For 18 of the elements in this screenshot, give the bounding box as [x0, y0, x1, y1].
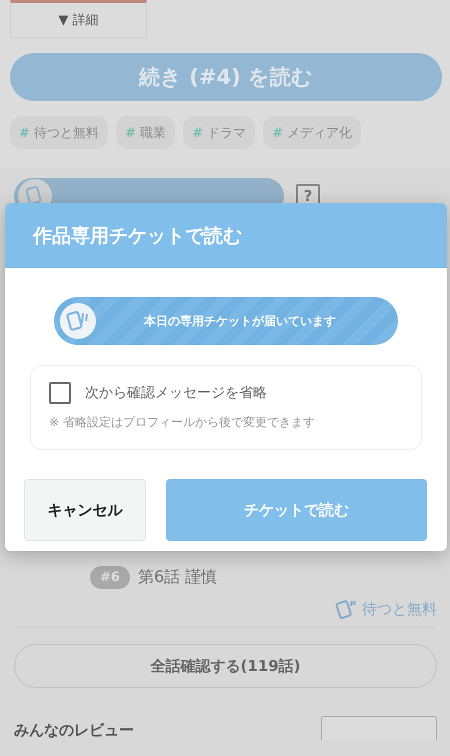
details-toggle[interactable]: ▼ 詳細 — [10, 0, 147, 38]
ticket-icon — [60, 303, 96, 339]
checkbox[interactable] — [49, 382, 71, 404]
reviews-heading: みんなのレビュー — [14, 721, 134, 740]
tag-chip[interactable]: # 待つと無料 — [10, 116, 108, 149]
checkbox-label: 次から確認メッセージを省略 — [85, 384, 267, 402]
ticket-banner-text: 本日の専用チケットが届いています — [144, 312, 336, 330]
tag-chip[interactable]: # ドラマ — [183, 116, 256, 149]
tag-chip[interactable]: # 職業 — [116, 116, 176, 149]
tag-chip[interactable]: # メディア化 — [263, 116, 362, 149]
all-episodes-button[interactable]: 全話確認する(119話) — [14, 644, 437, 688]
dialog-title: 作品専用チケットで読む — [33, 224, 242, 248]
cancel-button[interactable]: キャンセル — [24, 479, 146, 541]
continue-reading-button[interactable]: 続き (#4) を読む — [10, 53, 442, 101]
read-with-ticket-button[interactable]: チケットで読む — [166, 479, 427, 541]
episode-title[interactable]: 第6話 謹慎 — [138, 567, 218, 588]
free-if-wait-label: 待つと無料 — [362, 600, 437, 618]
note-text: ※ 省略設定はプロフィールから後で変更できます — [49, 414, 316, 431]
